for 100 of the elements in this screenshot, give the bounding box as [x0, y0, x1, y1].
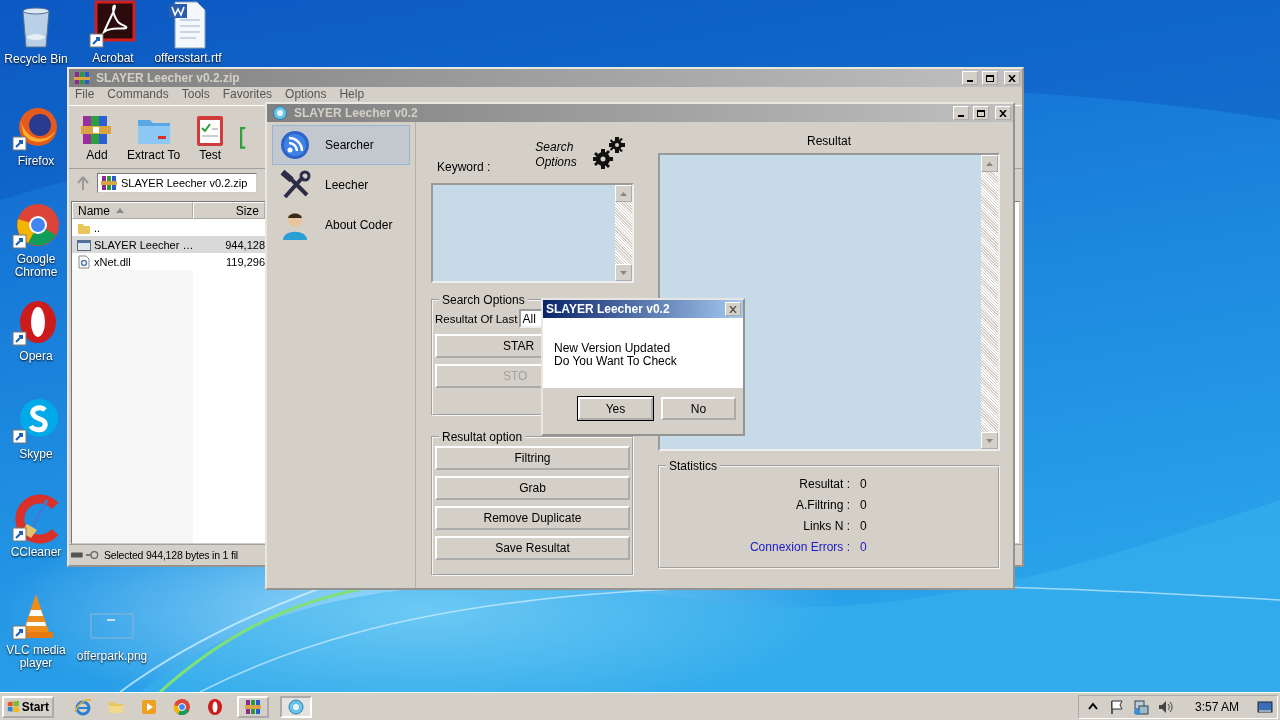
menu-item[interactable]: Commands: [107, 88, 169, 100]
gears-icon[interactable]: [591, 135, 628, 171]
minimize-button[interactable]: [962, 71, 978, 85]
window-title: SLAYER Leecher v0.2.zip: [96, 71, 240, 85]
windows-logo-icon: [7, 698, 20, 715]
action-button[interactable]: Grab: [435, 476, 630, 500]
period-dropdown[interactable]: All: [519, 309, 543, 328]
browser-icon: [74, 697, 92, 716]
window-title: SLAYER Leecher v0.2: [294, 106, 418, 120]
toolbar-button[interactable]: Test: [192, 112, 229, 162]
app-icon[interactable]: [88, 0, 138, 50]
nav-item[interactable]: Searcher: [272, 125, 410, 165]
scrollbar[interactable]: [981, 155, 998, 449]
dialog-button[interactable]: Yes: [578, 397, 653, 420]
desktop-icon-label[interactable]: Google Chrome: [3, 253, 69, 279]
file-row[interactable]: xNet.dll 119,296: [72, 253, 265, 270]
stat-value: 0: [860, 477, 868, 491]
taskbar-button[interactable]: [237, 695, 269, 718]
menu-item[interactable]: Help: [339, 88, 365, 100]
network-icon[interactable]: [1132, 698, 1149, 715]
stat-value: 0: [860, 540, 868, 554]
desktop-icon-label[interactable]: Firefox: [17, 155, 55, 168]
menu-item[interactable]: File: [75, 88, 95, 100]
group-title: Resultat option: [441, 430, 524, 444]
path-text: SLAYER Leecher v0.2.zip: [121, 177, 248, 189]
close-icon: [729, 305, 737, 313]
globe-icon: [270, 105, 290, 121]
close-button[interactable]: [725, 302, 741, 316]
down-arrow-icon: [986, 438, 993, 443]
browser-icon: [173, 697, 191, 716]
file-row[interactable]: ..: [72, 219, 265, 236]
gear-file-icon: [77, 254, 91, 269]
archive-icon: [101, 175, 117, 191]
up-arrow-icon: [620, 191, 627, 196]
tools-icon: [279, 169, 311, 201]
maximize-button[interactable]: [982, 71, 998, 85]
window-file-icon: [77, 237, 91, 252]
stat-label: Resultat :: [798, 477, 850, 491]
rss-icon: [279, 129, 311, 161]
close-icon: [1008, 74, 1016, 82]
keyword-field[interactable]: [431, 183, 634, 283]
file-name: SLAYER Leecher …: [94, 238, 194, 251]
action-button[interactable]: Remove Duplicate: [435, 506, 630, 530]
up-arrow-icon: [986, 161, 993, 166]
archive-icon: [244, 697, 262, 716]
menu-item[interactable]: Tools: [181, 88, 210, 100]
sort-arrow-icon: [116, 208, 124, 213]
desktop-icon-label[interactable]: Opera: [19, 350, 53, 363]
close-icon: [999, 109, 1007, 117]
nav-item[interactable]: Leecher: [272, 165, 410, 205]
clock[interactable]: 3:57 AM: [1194, 699, 1239, 714]
stat-value: 0: [860, 519, 868, 533]
down-arrow-icon: [620, 270, 627, 275]
group-title: Statistics: [668, 459, 718, 473]
group-title: Search Options: [441, 293, 526, 307]
file-size: 944,128: [224, 238, 265, 251]
action-button[interactable]: Filtring: [435, 446, 630, 470]
nav-item[interactable]: About Coder: [272, 205, 410, 245]
menu-item[interactable]: Options: [285, 88, 327, 100]
file-name: ..: [94, 221, 101, 234]
stat-label: Links N :: [802, 519, 850, 533]
drive-key-icon: [71, 550, 101, 560]
desktop-icon-label[interactable]: Recycle Bin: [4, 53, 68, 66]
file-name: xNet.dll: [94, 255, 131, 268]
desktop-icon-label[interactable]: Acrobat: [92, 52, 134, 65]
column-header[interactable]: Name: [72, 202, 193, 219]
stat-label: A.Filtring :: [795, 498, 850, 512]
show-desktop-icon[interactable]: [1257, 698, 1273, 715]
toolbar-button[interactable]: Extract To: [127, 112, 181, 162]
close-button[interactable]: [1004, 71, 1020, 85]
desktop-icon-label[interactable]: Skype: [19, 448, 53, 461]
search-options-link[interactable]: Search Options: [535, 140, 588, 170]
dialog-title: SLAYER Leecher v0.2: [546, 302, 670, 316]
menu-item[interactable]: Favorites: [222, 88, 273, 100]
path-field[interactable]: SLAYER Leecher v0.2.zip: [97, 173, 257, 193]
file-row[interactable]: SLAYER Leecher … 944,128: [72, 236, 265, 253]
scrollbar[interactable]: [615, 185, 632, 281]
stat-label: Connexion Errors :: [748, 540, 850, 554]
action-button[interactable]: Save Resultat: [435, 536, 630, 560]
period-label: Resultat Of Last: [435, 312, 518, 325]
globe-icon: [287, 697, 305, 716]
flag-icon[interactable]: [1108, 698, 1125, 715]
archive-app-icon: [72, 70, 92, 86]
minimize-button[interactable]: [953, 106, 969, 120]
column-header[interactable]: Size: [193, 202, 265, 219]
play-icon: [140, 697, 158, 716]
close-button[interactable]: [995, 106, 1011, 120]
file-size: 119,296: [225, 255, 265, 268]
dialog-button[interactable]: No: [661, 397, 736, 420]
status-text: Selected 944,128 bytes in 1 fil: [104, 549, 238, 561]
maximize-icon: [986, 74, 994, 82]
toolbar-button[interactable]: Add: [79, 112, 115, 162]
results-label: Resultat: [806, 134, 852, 150]
taskbar-button[interactable]: [280, 695, 312, 718]
maximize-button[interactable]: [973, 106, 989, 120]
stat-value: 0: [860, 498, 868, 512]
start-button[interactable]: Start: [2, 695, 54, 718]
maximize-icon: [977, 109, 985, 117]
keyword-label: Keyword :: [437, 160, 491, 174]
desktop-icon-label[interactable]: offersstart.rtf: [154, 52, 222, 65]
